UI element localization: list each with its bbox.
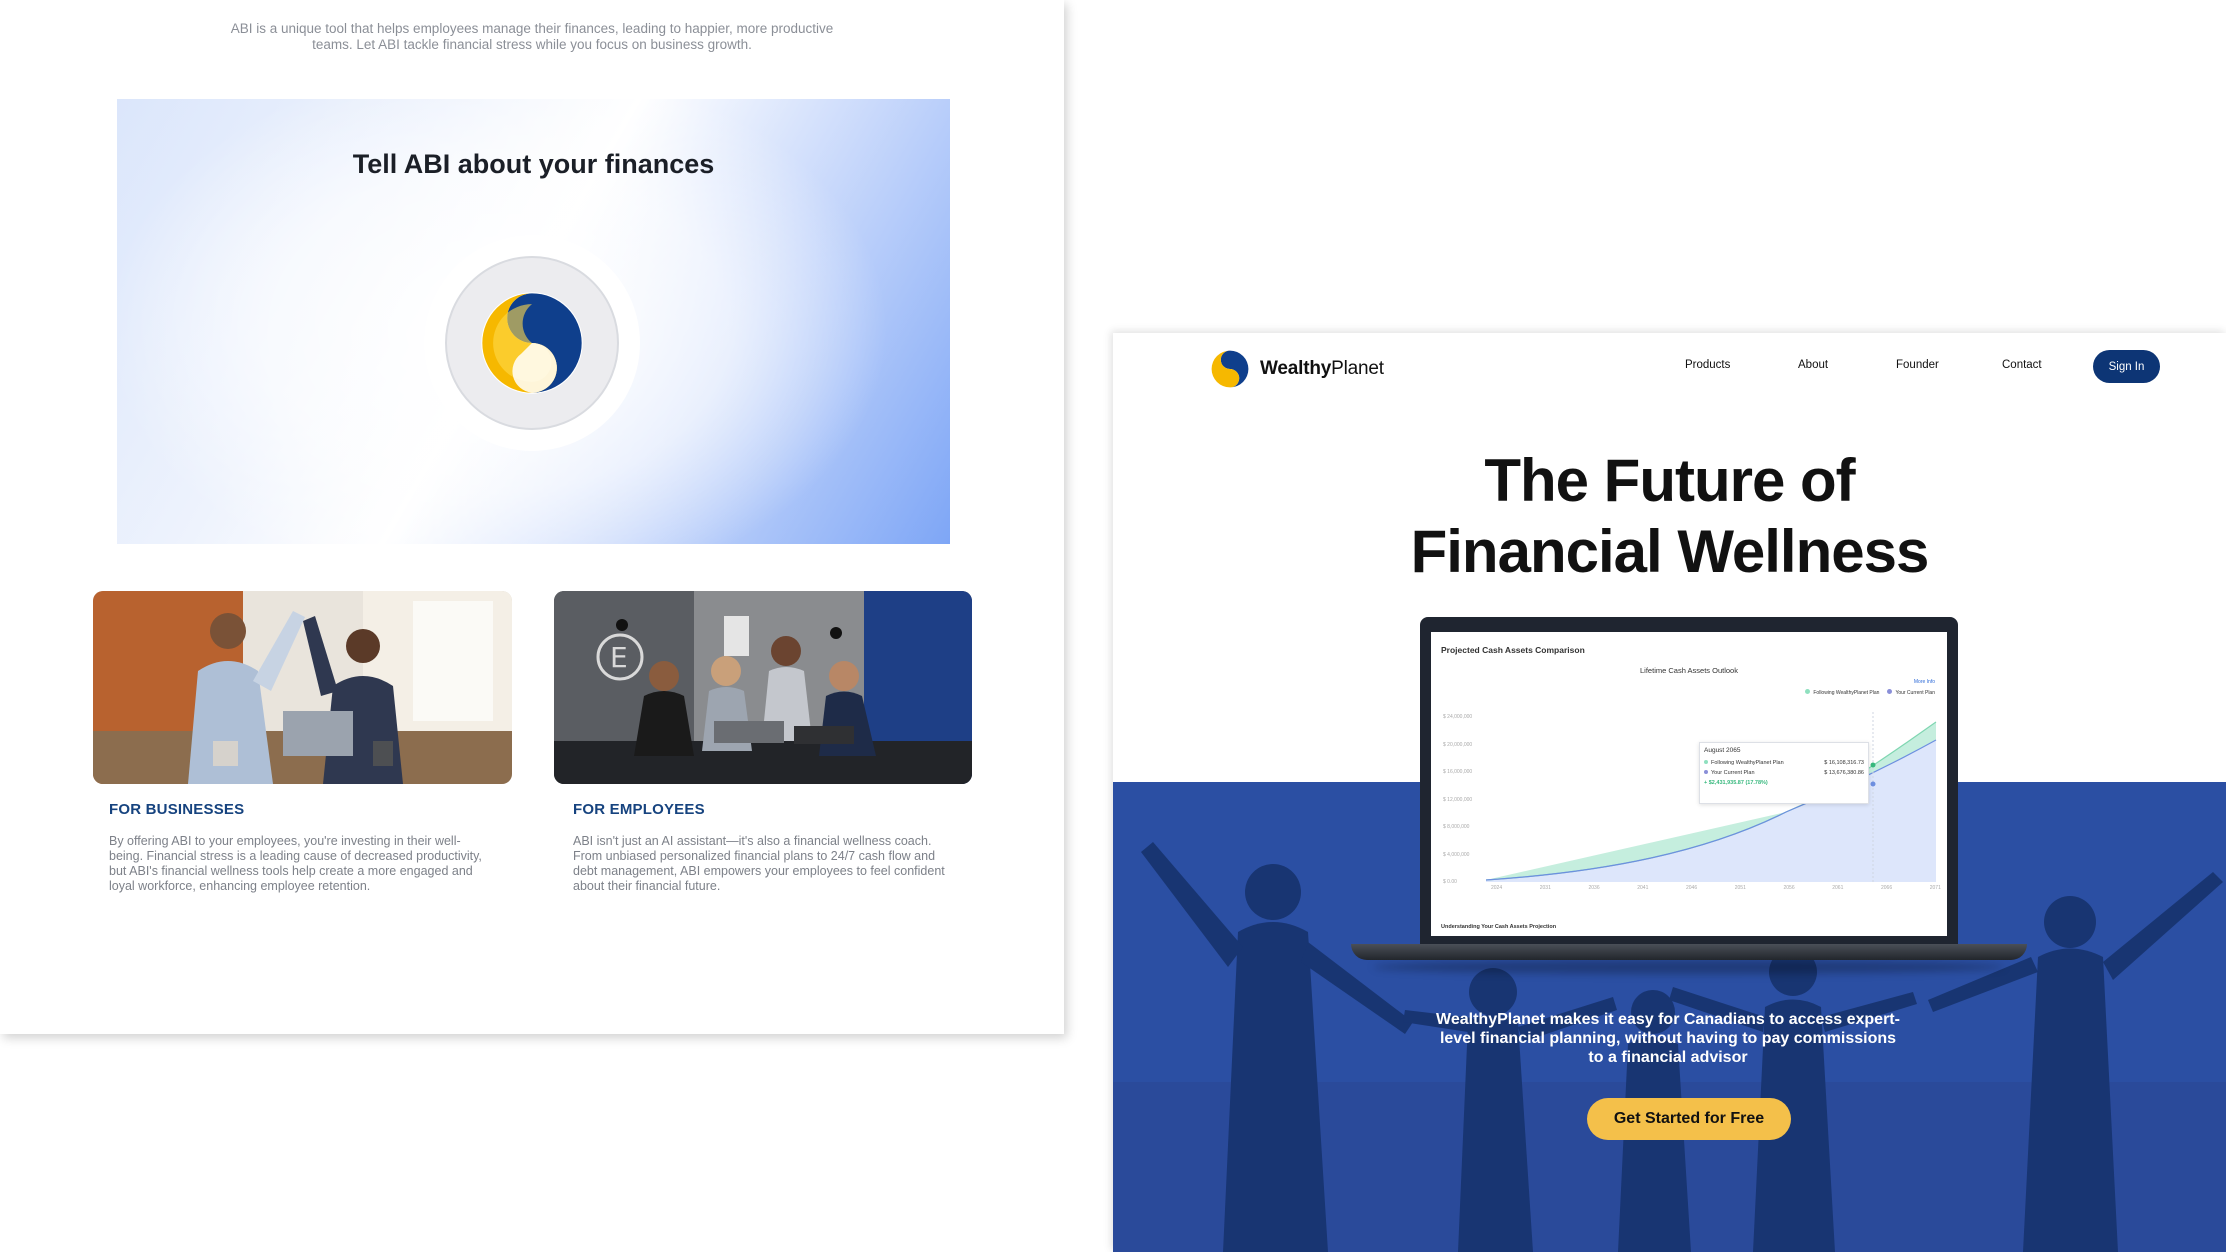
- hero-subtitle: WealthyPlanet makes it easy for Canadian…: [1436, 1011, 1900, 1066]
- x-tick: 2031: [1539, 885, 1551, 891]
- more-info-link[interactable]: More Info: [1914, 679, 1935, 685]
- tooltip-date: August 2065: [1704, 747, 1741, 754]
- sign-in-button[interactable]: Sign In: [2093, 350, 2160, 383]
- get-started-button[interactable]: Get Started for Free: [1587, 1098, 1791, 1140]
- hero-title-line-1: The Future of: [1484, 447, 1855, 514]
- dashboard-screenshot: Projected Cash Assets Comparison Lifetim…: [1431, 632, 1947, 936]
- card-title: Tell ABI about your finances: [352, 149, 715, 179]
- x-tick: 2071: [1929, 885, 1941, 891]
- hero-title: The Future of Financial Wellness: [1113, 445, 2226, 587]
- wealthyplanet-page-panel: WealthyPlanet Products About Founder Con…: [1113, 333, 2226, 1252]
- legend-item: Your Current Plan: [1887, 689, 1935, 696]
- y-tick: $ 12,000,000: [1443, 796, 1473, 803]
- abi-logo-button[interactable]: [424, 235, 640, 451]
- intro-text: ABI is a unique tool that helps employee…: [230, 21, 834, 52]
- laptop-mockup: Projected Cash Assets Comparison Lifetim…: [1420, 617, 1958, 944]
- brand-logo[interactable]: WealthyPlanet: [1210, 349, 1384, 389]
- for-businesses-text: By offering ABI to your employees, you'r…: [109, 834, 482, 893]
- screen-title: Projected Cash Assets Comparison: [1441, 645, 1585, 655]
- x-axis-labels: 2024 2031 2036 2041 2046 2051 2056 2061 …: [1491, 885, 1941, 891]
- x-tick: 2036: [1588, 885, 1600, 891]
- laptop-shadow: [1373, 960, 2005, 974]
- tooltip-diff: + $2,431,935.87 (17.78%): [1704, 780, 1768, 786]
- y-tick: $ 16,000,000: [1443, 769, 1473, 775]
- x-tick: 2051: [1734, 885, 1746, 891]
- screen-footer: Understanding Your Cash Assets Projectio…: [1441, 924, 1557, 930]
- y-tick: $ 4,000,000: [1443, 851, 1470, 858]
- nav-about[interactable]: About: [1798, 359, 1828, 371]
- x-tick: 2061: [1832, 885, 1844, 891]
- y-tick: $ 20,000,000: [1443, 741, 1473, 748]
- x-tick: 2056: [1783, 885, 1795, 891]
- for-employees-text: ABI isn't just an AI assistant—it's also…: [573, 834, 945, 893]
- wealthyplanet-logo-icon: [1211, 350, 1249, 388]
- chart-tooltip: August 2065 Following WealthyPlanet Plan…: [1699, 742, 1869, 804]
- tooltip-row: Your Current Plan $ 13,676,380.86: [1704, 770, 1864, 776]
- for-businesses-heading: FOR BUSINESSES: [109, 801, 245, 818]
- chart-title: Lifetime Cash Assets Outlook: [1640, 666, 1738, 675]
- laptop-base: [1351, 944, 2027, 960]
- abi-page-panel: ABI is a unique tool that helps employee…: [0, 0, 1064, 1034]
- x-tick: 2066: [1881, 885, 1893, 891]
- abi-logo-icon: [445, 256, 619, 430]
- x-tick: 2024: [1491, 885, 1503, 891]
- y-tick: $ 8,000,000: [1443, 824, 1470, 830]
- x-tick: 2046: [1686, 885, 1698, 891]
- hero-title-line-2: Financial Wellness: [1410, 518, 1930, 585]
- for-employees-heading: FOR EMPLOYEES: [573, 801, 705, 818]
- brand-name: WealthyPlanet: [1260, 358, 1384, 379]
- y-axis-labels: $ 24,000,000 $ 20,000,000 $ 16,000,000 $…: [1443, 704, 1483, 897]
- employees-team-photo: E: [554, 591, 972, 784]
- chart-legend: Following WealthyPlanet Plan Your Curren…: [1805, 689, 1935, 696]
- nav-products[interactable]: Products: [1685, 359, 1730, 371]
- nav-contact[interactable]: Contact: [2002, 359, 2042, 371]
- tooltip-row: Following WealthyPlanet Plan $ 16,108,316…: [1704, 760, 1864, 766]
- legend-item: Following WealthyPlanet Plan: [1805, 689, 1879, 696]
- y-tick: $ 0.00: [1443, 879, 1457, 885]
- business-high-five-photo: [93, 591, 512, 784]
- y-tick: $ 24,000,000: [1443, 714, 1473, 720]
- x-tick: 2041: [1637, 885, 1649, 891]
- abi-finances-card: Tell ABI about your finances: [117, 99, 950, 544]
- nav-founder[interactable]: Founder: [1896, 359, 1939, 371]
- svg-text:E: E: [610, 641, 628, 674]
